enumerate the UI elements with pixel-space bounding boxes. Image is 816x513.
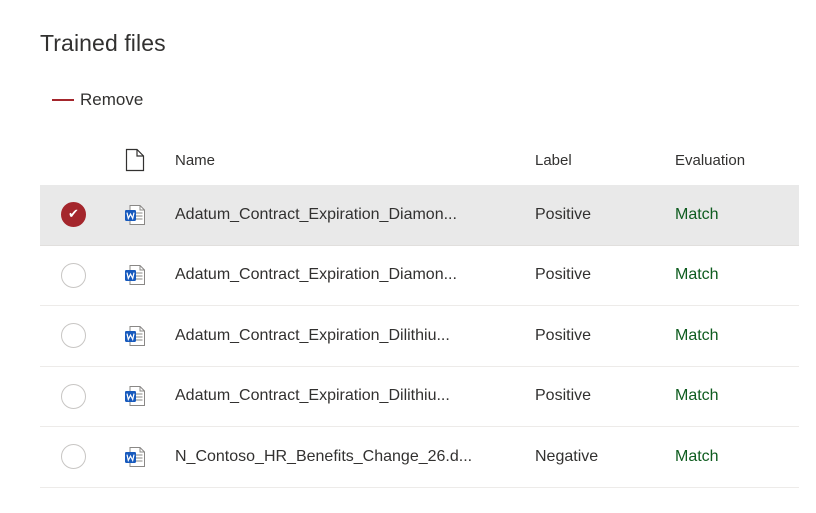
- file-icon: [125, 148, 145, 172]
- file-name[interactable]: Adatum_Contract_Expiration_Dilithiu...: [175, 387, 535, 405]
- minus-icon: [52, 93, 74, 107]
- file-label: Positive: [535, 266, 592, 284]
- file-name[interactable]: Adatum_Contract_Expiration_Diamon...: [175, 206, 535, 224]
- file-label: Negative: [535, 447, 599, 465]
- table-row[interactable]: Adatum_Contract_Expiration_Dilithiu... P…: [40, 367, 799, 427]
- file-label: Positive: [535, 387, 592, 405]
- remove-button[interactable]: Remove: [52, 86, 143, 114]
- word-document-icon: [125, 325, 145, 346]
- name-column-header[interactable]: Name: [175, 152, 535, 169]
- checkmark-icon: ✔: [68, 207, 79, 223]
- file-type-column-header[interactable]: [115, 148, 175, 172]
- file-evaluation: Match: [675, 387, 719, 405]
- word-document-icon: [125, 204, 145, 225]
- row-select-checkbox[interactable]: [61, 323, 86, 349]
- file-evaluation: Match: [675, 447, 719, 465]
- word-document-icon: [125, 386, 145, 407]
- word-document-icon: [125, 265, 145, 286]
- table-header: Name Label Evaluation: [40, 135, 799, 185]
- row-select-checkbox[interactable]: ✔: [61, 202, 86, 228]
- file-label: Positive: [535, 326, 592, 344]
- table-row[interactable]: Adatum_Contract_Expiration_Diamon... Pos…: [40, 246, 799, 306]
- row-select-checkbox[interactable]: [61, 444, 86, 470]
- table-row[interactable]: N_Contoso_HR_Benefits_Change_26.d... Neg…: [40, 427, 799, 488]
- file-evaluation: Match: [675, 266, 719, 284]
- file-name[interactable]: N_Contoso_HR_Benefits_Change_26.d...: [175, 448, 535, 466]
- file-name[interactable]: Adatum_Contract_Expiration_Diamon...: [175, 266, 535, 284]
- row-select-checkbox[interactable]: [61, 383, 86, 409]
- file-label: Positive: [535, 205, 592, 223]
- file-evaluation: Match: [675, 205, 719, 223]
- word-document-icon: [125, 446, 145, 467]
- evaluation-column-header[interactable]: Evaluation: [675, 152, 799, 169]
- row-select-checkbox[interactable]: [61, 262, 86, 288]
- table-row[interactable]: ✔ Adatum_Contract_Expiration_Diamon... P…: [40, 185, 799, 246]
- remove-button-label: Remove: [80, 90, 144, 109]
- trained-files-table: Name Label Evaluation ✔ Adatum_Contract_…: [40, 135, 799, 488]
- file-name[interactable]: Adatum_Contract_Expiration_Dilithiu...: [175, 327, 535, 345]
- trained-files-panel: Trained files Remove Name Label Evaluati…: [0, 0, 816, 513]
- table-row[interactable]: Adatum_Contract_Expiration_Dilithiu... P…: [40, 306, 799, 367]
- page-title: Trained files: [40, 30, 166, 56]
- label-column-header[interactable]: Label: [535, 152, 675, 169]
- file-evaluation: Match: [675, 326, 719, 344]
